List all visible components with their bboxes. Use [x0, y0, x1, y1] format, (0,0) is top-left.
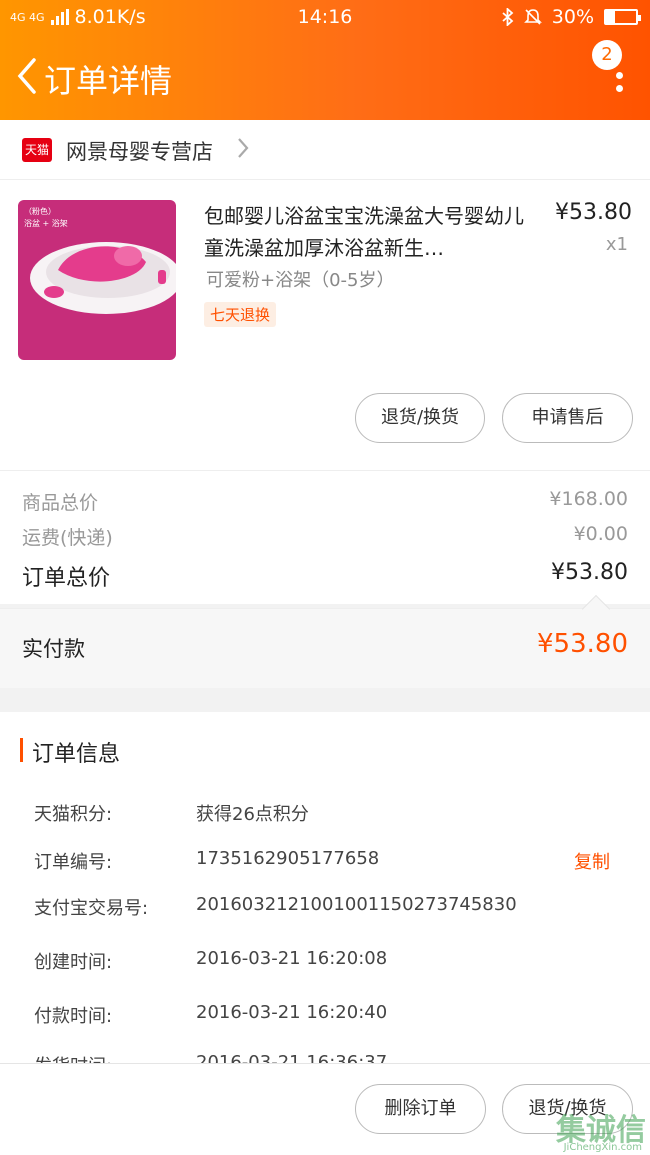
battery-fill	[606, 11, 615, 23]
chevron-right-icon	[238, 138, 249, 158]
info-value: 2016-03-21 16:20:08	[196, 948, 388, 969]
status-bar: 4G 4G 8.01K/s 14:16 30%	[0, 0, 650, 34]
product-card: （粉色） 浴盆 + 浴架 包邮婴儿浴盆宝宝洗澡盆大号婴幼儿童洗澡盆加厚沐浴盆新生…	[0, 180, 650, 604]
divider	[0, 470, 650, 471]
shipping-label: 运费(快递)	[22, 527, 113, 549]
goods-total-row: 商品总价 ¥168.00	[22, 488, 628, 515]
product-image-label: （粉色） 浴盆 + 浴架	[24, 207, 68, 228]
info-value: 获得26点积分	[196, 804, 309, 825]
info-key: 付款时间:	[34, 1006, 113, 1027]
delete-order-button[interactable]: 删除订单	[355, 1084, 486, 1134]
watermark-url: JiChengXin.com	[563, 1142, 642, 1153]
app-header: 4G 4G 8.01K/s 14:16 30% 订单详情 2	[0, 0, 650, 120]
store-row[interactable]: 天猫 网景母婴专营店	[0, 120, 650, 180]
shipping-row: 运费(快递) ¥0.00	[22, 523, 628, 550]
battery-icon	[604, 9, 641, 25]
order-info-section: 订单信息 天猫积分: 获得26点积分 订单编号: 173516290517765…	[0, 712, 650, 1064]
bluetooth-icon	[502, 8, 514, 26]
battery-percent: 30%	[551, 6, 594, 28]
product-image[interactable]: （粉色） 浴盆 + 浴架	[18, 200, 176, 360]
goods-total-label: 商品总价	[22, 492, 99, 514]
paid-value: ¥53.80	[537, 629, 628, 659]
shipping-value: ¥0.00	[573, 523, 628, 545]
page-title: 订单详情	[44, 62, 173, 100]
back-arrow-icon[interactable]	[12, 56, 42, 96]
info-key: 支付宝交易号:	[34, 898, 149, 919]
tmall-logo: 天猫	[22, 138, 52, 162]
info-key: 天猫积分:	[34, 804, 113, 825]
order-total-label: 订单总价	[22, 566, 111, 591]
copy-order-number-button[interactable]: 复制	[574, 848, 610, 874]
message-badge[interactable]: 2	[592, 40, 636, 70]
more-menu-icon[interactable]	[616, 72, 624, 98]
after-sale-button[interactable]: 申请售后	[502, 393, 633, 443]
mute-bell-icon	[523, 9, 542, 25]
store-name: 网景母婴专营店	[66, 140, 213, 164]
order-total-row: 订单总价 ¥53.80	[22, 560, 628, 592]
product-price: ¥53.80	[555, 200, 632, 225]
paid-label: 实付款	[22, 637, 85, 661]
return-exchange-button[interactable]: 退货/换货	[355, 393, 485, 443]
bottom-action-bar: 删除订单 退货/换货 集诚信 JiChengXin.com	[0, 1063, 650, 1155]
info-key: 订单编号:	[34, 852, 113, 873]
product-variant: 可爱粉+浴架（0-5岁）	[206, 270, 395, 291]
seven-day-return-tag: 七天退换	[204, 302, 277, 327]
info-value: 2016-03-21 16:20:40	[196, 1002, 388, 1023]
status-right: 30%	[502, 6, 641, 28]
goods-total-value: ¥168.00	[549, 488, 628, 510]
info-key: 创建时间:	[34, 952, 113, 973]
section-accent-bar	[20, 738, 23, 762]
product-title[interactable]: 包邮婴儿浴盆宝宝洗澡盆大号婴幼儿童洗澡盆加厚沐浴盆新生…	[204, 200, 534, 264]
order-total-value: ¥53.80	[551, 560, 628, 585]
nav-bar: 订单详情	[0, 40, 650, 115]
info-value: 2016032121001001150273745830	[196, 894, 517, 915]
paid-amount-row: 实付款 ¥53.80	[0, 594, 650, 688]
product-quantity: x1	[605, 234, 628, 255]
badge-count: 2	[592, 40, 622, 70]
info-value: 1735162905177658	[196, 848, 380, 869]
order-info-title: 订单信息	[32, 742, 121, 767]
